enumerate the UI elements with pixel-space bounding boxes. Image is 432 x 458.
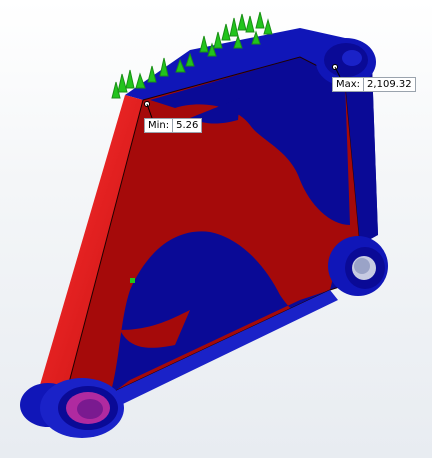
right-boss — [328, 236, 388, 296]
max-probe-value: 2,109.32 — [364, 77, 416, 92]
max-probe-tag: Max: — [332, 77, 365, 92]
fea-model-viewport[interactable] — [0, 0, 432, 458]
min-probe-label[interactable]: Min: 5.26 — [144, 118, 203, 133]
min-probe-tag: Min: — [144, 118, 174, 133]
min-probe-value: 5.26 — [173, 118, 203, 133]
max-probe-label[interactable]: Max: 2,109.32 — [332, 77, 416, 92]
bottom-left-boss — [20, 378, 124, 438]
marker-dot — [130, 278, 135, 283]
